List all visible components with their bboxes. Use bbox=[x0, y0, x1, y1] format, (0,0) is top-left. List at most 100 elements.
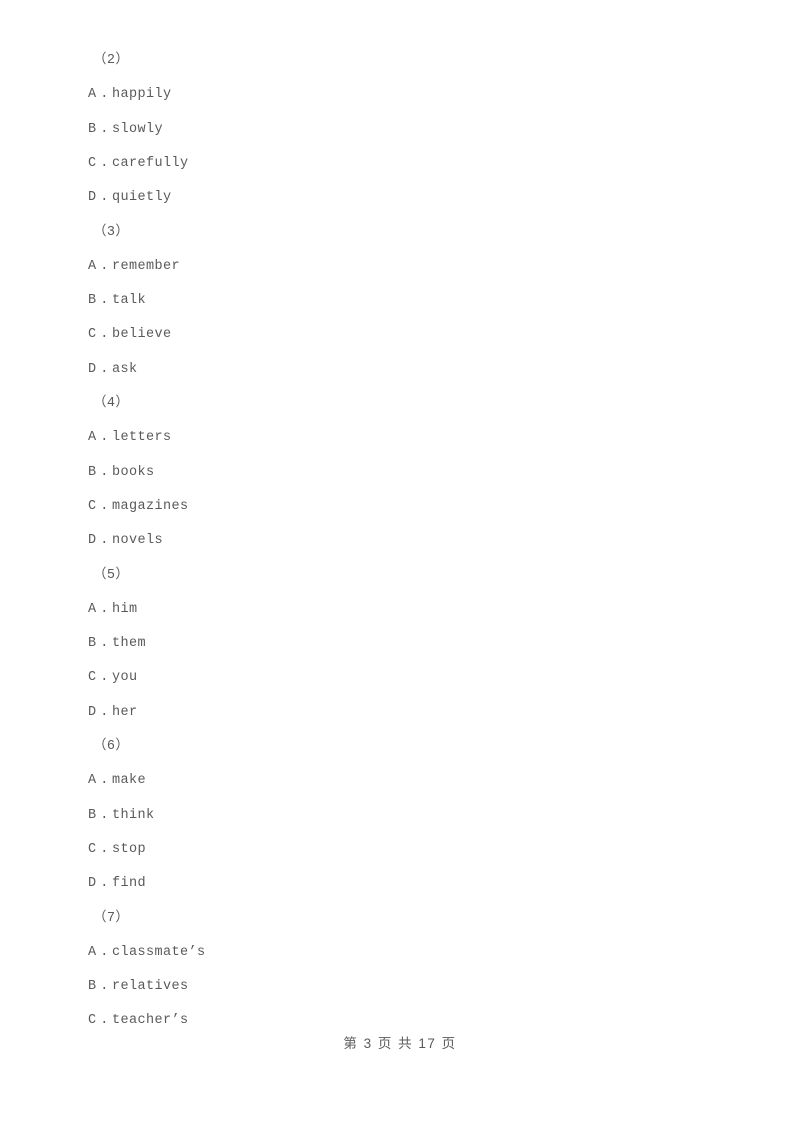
option-letter: A bbox=[88, 944, 97, 960]
option-separator: . bbox=[100, 464, 109, 480]
question-number: （7） bbox=[93, 910, 130, 926]
option-letter: D bbox=[88, 190, 97, 206]
answer-option[interactable]: B. them bbox=[0, 633, 800, 655]
option-letter: B bbox=[88, 464, 97, 480]
document-page: （2） A. happily B. slowly C. carefully D. quietly… bbox=[0, 0, 800, 1132]
answer-option[interactable]: A. make bbox=[0, 770, 800, 792]
option-text: carefully bbox=[112, 155, 189, 171]
option-separator: . bbox=[100, 807, 109, 823]
option-separator: . bbox=[100, 636, 109, 652]
option-separator: . bbox=[100, 601, 109, 617]
answer-option[interactable]: D. find bbox=[0, 873, 800, 895]
answer-option[interactable]: B. think bbox=[0, 805, 800, 827]
answer-option[interactable]: A. him bbox=[0, 599, 800, 621]
answer-option[interactable]: A. classmate’s bbox=[0, 942, 800, 964]
option-text: letters bbox=[112, 430, 172, 446]
option-letter: A bbox=[88, 258, 97, 274]
answer-option[interactable]: D. her bbox=[0, 702, 800, 724]
option-letter: C bbox=[88, 1013, 97, 1029]
option-separator: . bbox=[100, 876, 109, 892]
question-number: （2） bbox=[93, 53, 130, 68]
option-letter: A bbox=[88, 87, 97, 103]
option-text: talk bbox=[112, 293, 147, 309]
option-separator: . bbox=[100, 327, 109, 343]
option-text: her bbox=[112, 704, 138, 720]
option-letter: B bbox=[88, 636, 97, 652]
answer-option[interactable]: C. teacher’s bbox=[0, 1010, 800, 1032]
option-text: them bbox=[112, 636, 147, 652]
option-text: relatives bbox=[112, 979, 189, 995]
option-separator: . bbox=[100, 979, 109, 995]
option-separator: . bbox=[100, 190, 109, 206]
option-separator: . bbox=[100, 944, 109, 960]
option-text: find bbox=[112, 876, 147, 892]
option-text: books bbox=[112, 464, 155, 480]
option-letter: D bbox=[88, 876, 97, 892]
option-separator: . bbox=[100, 1013, 109, 1029]
answer-option[interactable]: B. relatives bbox=[0, 976, 800, 998]
option-letter: A bbox=[88, 601, 97, 617]
page-footer: 第 3 页 共 17 页 bbox=[343, 1036, 457, 1051]
option-separator: . bbox=[100, 121, 109, 137]
option-text: magazines bbox=[112, 498, 189, 514]
answer-option[interactable]: D. ask bbox=[0, 359, 800, 381]
answer-option[interactable]: C. you bbox=[0, 667, 800, 689]
question-number: （4） bbox=[93, 396, 130, 411]
question-number: （3） bbox=[93, 224, 130, 240]
option-letter: C bbox=[88, 841, 97, 857]
option-letter: B bbox=[88, 121, 97, 137]
option-text: novels bbox=[112, 533, 164, 549]
answer-option[interactable]: D. novels bbox=[0, 530, 800, 552]
option-text: teacher’s bbox=[112, 1013, 189, 1029]
option-text: him bbox=[112, 601, 138, 617]
option-text: believe bbox=[112, 327, 172, 343]
option-separator: . bbox=[100, 773, 109, 789]
option-separator: . bbox=[100, 155, 109, 171]
answer-option[interactable]: A. remember bbox=[0, 256, 800, 278]
option-letter: D bbox=[88, 533, 97, 549]
option-text: you bbox=[112, 670, 138, 686]
option-separator: . bbox=[100, 293, 109, 309]
option-separator: . bbox=[100, 704, 109, 720]
answer-option[interactable]: C. magazines bbox=[0, 496, 800, 518]
answer-option[interactable]: C. stop bbox=[0, 839, 800, 861]
option-letter: C bbox=[88, 670, 97, 686]
option-letter: B bbox=[88, 979, 97, 995]
option-letter: B bbox=[88, 807, 97, 823]
option-letter: A bbox=[88, 773, 97, 789]
option-text: happily bbox=[112, 87, 172, 103]
answer-option[interactable]: C. believe bbox=[0, 324, 800, 346]
option-text: quietly bbox=[112, 190, 172, 206]
option-separator: . bbox=[100, 670, 109, 686]
answer-option[interactable]: B. slowly bbox=[0, 119, 800, 141]
option-text: remember bbox=[112, 258, 181, 274]
question-number: （6） bbox=[93, 739, 130, 754]
option-letter: C bbox=[88, 498, 97, 514]
answer-option[interactable]: D. quietly bbox=[0, 187, 800, 209]
option-text: slowly bbox=[112, 121, 164, 137]
option-separator: . bbox=[100, 533, 109, 549]
answer-option[interactable]: A. letters bbox=[0, 427, 800, 449]
option-text: stop bbox=[112, 841, 147, 857]
option-separator: . bbox=[100, 430, 109, 446]
option-separator: . bbox=[100, 841, 109, 857]
option-text: ask bbox=[112, 361, 138, 377]
option-text: make bbox=[112, 773, 147, 789]
option-separator: . bbox=[100, 87, 109, 103]
option-letter: C bbox=[88, 327, 97, 343]
option-letter: C bbox=[88, 155, 97, 171]
option-letter: D bbox=[88, 361, 97, 377]
option-text: think bbox=[112, 807, 155, 823]
question-number: （5） bbox=[93, 567, 130, 583]
option-letter: D bbox=[88, 704, 97, 720]
option-letter: B bbox=[88, 293, 97, 309]
option-separator: . bbox=[100, 498, 109, 514]
option-text: classmate’s bbox=[112, 944, 206, 960]
option-separator: . bbox=[100, 361, 109, 377]
option-separator: . bbox=[100, 258, 109, 274]
answer-option[interactable]: A. happily bbox=[0, 84, 800, 106]
answer-option[interactable]: C. carefully bbox=[0, 153, 800, 175]
answer-option[interactable]: B. talk bbox=[0, 290, 800, 312]
answer-option[interactable]: B. books bbox=[0, 462, 800, 484]
option-letter: A bbox=[88, 430, 97, 446]
